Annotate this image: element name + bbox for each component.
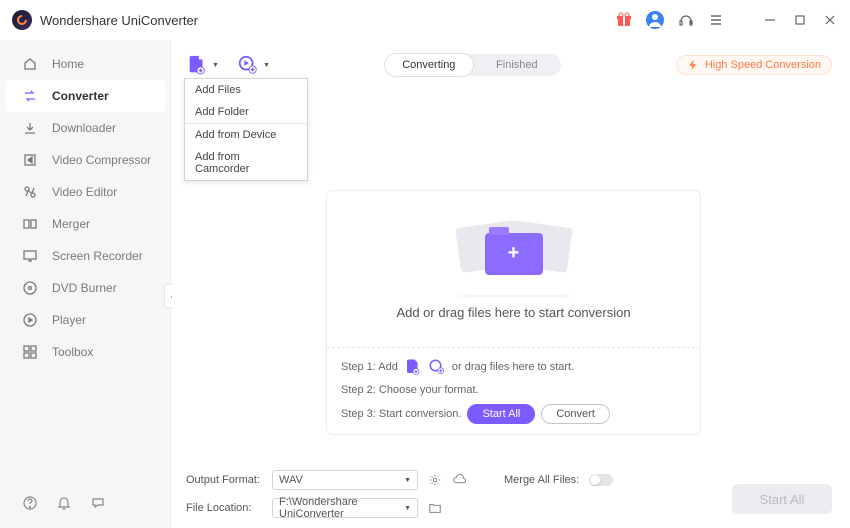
add-url-icon	[237, 54, 259, 76]
gear-icon[interactable]	[428, 473, 442, 487]
sidebar-item-player[interactable]: Player	[0, 304, 172, 336]
titlebar-controls	[616, 11, 838, 29]
dropdown-item[interactable]: Add from Camcorder	[185, 146, 307, 180]
merge-toggle[interactable]	[589, 474, 613, 486]
sidebar: Home Converter Downloader Video Compressor V…	[0, 40, 172, 528]
recorder-icon	[22, 248, 38, 264]
tabs: Converting Finished	[385, 54, 561, 76]
headset-icon[interactable]	[678, 12, 694, 28]
sidebar-bottom	[0, 481, 172, 528]
main: Home Converter Downloader Video Compressor V…	[0, 40, 850, 528]
output-format-label: Output Format:	[186, 474, 262, 486]
player-icon	[22, 312, 38, 328]
cloud-icon[interactable]	[452, 473, 466, 487]
gift-icon[interactable]	[616, 12, 632, 28]
sidebar-item-home[interactable]: Home	[0, 48, 172, 80]
step-3: Step 3: Start conversion. Start All Conv…	[341, 404, 686, 424]
home-icon	[22, 56, 38, 72]
merge-label: Merge All Files:	[504, 474, 579, 486]
bottom-bar: Output Format: WAV ▼ Merge All Files: Fi…	[186, 458, 832, 518]
convert-pill[interactable]: Convert	[541, 404, 610, 424]
titlebar: Wondershare UniConverter	[0, 0, 850, 40]
drop-area[interactable]: + Add or drag files here to start conver…	[327, 191, 700, 347]
maximize-icon[interactable]	[792, 12, 808, 28]
step-2: Step 2: Choose your format.	[341, 384, 686, 396]
user-icon[interactable]	[646, 11, 664, 29]
dropdown-item[interactable]: Add Folder	[185, 101, 307, 123]
add-url-button[interactable]: ▼	[237, 54, 270, 76]
dvd-icon	[22, 280, 38, 296]
app-logo	[12, 10, 32, 30]
sidebar-item-label: Player	[52, 313, 86, 327]
high-speed-button[interactable]: High Speed Conversion	[676, 55, 832, 75]
add-url-icon[interactable]	[428, 358, 446, 376]
add-file-icon[interactable]	[404, 358, 422, 376]
add-file-icon	[186, 54, 208, 76]
feedback-icon[interactable]	[90, 495, 106, 514]
help-icon[interactable]	[22, 495, 38, 514]
add-dropdown: Add FilesAdd FolderAdd from DeviceAdd fr…	[184, 78, 308, 181]
converter-icon	[22, 88, 38, 104]
tab-converting[interactable]: Converting	[385, 54, 473, 76]
sidebar-item-dvd-burner[interactable]: DVD Burner	[0, 272, 172, 304]
add-file-button[interactable]: ▼	[186, 54, 219, 76]
sidebar-item-label: Video Compressor	[52, 153, 151, 167]
folder-plus-icon: +	[464, 219, 564, 289]
menu-icon[interactable]	[708, 12, 724, 28]
chevron-down-icon: ▼	[404, 477, 411, 484]
sidebar-item-converter[interactable]: Converter	[6, 80, 166, 112]
sidebar-item-merger[interactable]: Merger	[0, 208, 172, 240]
sidebar-item-label: DVD Burner	[52, 281, 117, 295]
chevron-down-icon: ▼	[263, 62, 270, 69]
toolbar: ▼ ▼ Add FilesAdd FolderAdd from DeviceAd…	[186, 50, 832, 80]
sidebar-item-downloader[interactable]: Downloader	[0, 112, 172, 144]
toolbox-icon	[22, 344, 38, 360]
minimize-icon[interactable]	[762, 12, 778, 28]
steps: Step 1: Add or drag files here to start.…	[327, 347, 700, 434]
start-all-button[interactable]: Start All	[732, 484, 832, 514]
sidebar-item-video-compressor[interactable]: Video Compressor	[0, 144, 172, 176]
sidebar-item-label: Converter	[52, 89, 109, 103]
tab-finished[interactable]: Finished	[473, 54, 561, 76]
editor-icon	[22, 184, 38, 200]
lightning-icon	[687, 59, 699, 71]
dropdown-item[interactable]: Add from Device	[185, 123, 307, 146]
sidebar-item-label: Merger	[52, 217, 90, 231]
sidebar-item-toolbox[interactable]: Toolbox	[0, 336, 172, 368]
app-title: Wondershare UniConverter	[40, 13, 616, 28]
add-buttons: ▼ ▼ Add FilesAdd FolderAdd from DeviceAd…	[186, 54, 270, 76]
file-location-select[interactable]: F:\Wondershare UniConverter ▼	[272, 498, 418, 518]
dropdown-item[interactable]: Add Files	[185, 79, 307, 101]
step-1: Step 1: Add or drag files here to start.	[341, 358, 686, 376]
drop-panel[interactable]: + Add or drag files here to start conver…	[326, 190, 701, 435]
content: ▼ ▼ Add FilesAdd FolderAdd from DeviceAd…	[172, 40, 850, 528]
sidebar-item-label: Screen Recorder	[52, 249, 143, 263]
sidebar-item-label: Home	[52, 57, 84, 71]
drop-text: Add or drag files here to start conversi…	[396, 305, 630, 320]
chevron-down-icon: ▼	[212, 62, 219, 69]
compressor-icon	[22, 152, 38, 168]
file-location-label: File Location:	[186, 502, 262, 514]
sidebar-item-label: Video Editor	[52, 185, 117, 199]
downloader-icon	[22, 120, 38, 136]
folder-open-icon[interactable]	[428, 501, 442, 515]
start-all-pill[interactable]: Start All	[467, 404, 535, 424]
output-format-select[interactable]: WAV ▼	[272, 470, 418, 490]
sidebar-item-screen-recorder[interactable]: Screen Recorder	[0, 240, 172, 272]
bell-icon[interactable]	[56, 495, 72, 514]
sidebar-item-label: Toolbox	[52, 345, 93, 359]
close-icon[interactable]	[822, 12, 838, 28]
merger-icon	[22, 216, 38, 232]
sidebar-item-label: Downloader	[52, 121, 116, 135]
sidebar-item-video-editor[interactable]: Video Editor	[0, 176, 172, 208]
chevron-down-icon: ▼	[404, 505, 411, 512]
